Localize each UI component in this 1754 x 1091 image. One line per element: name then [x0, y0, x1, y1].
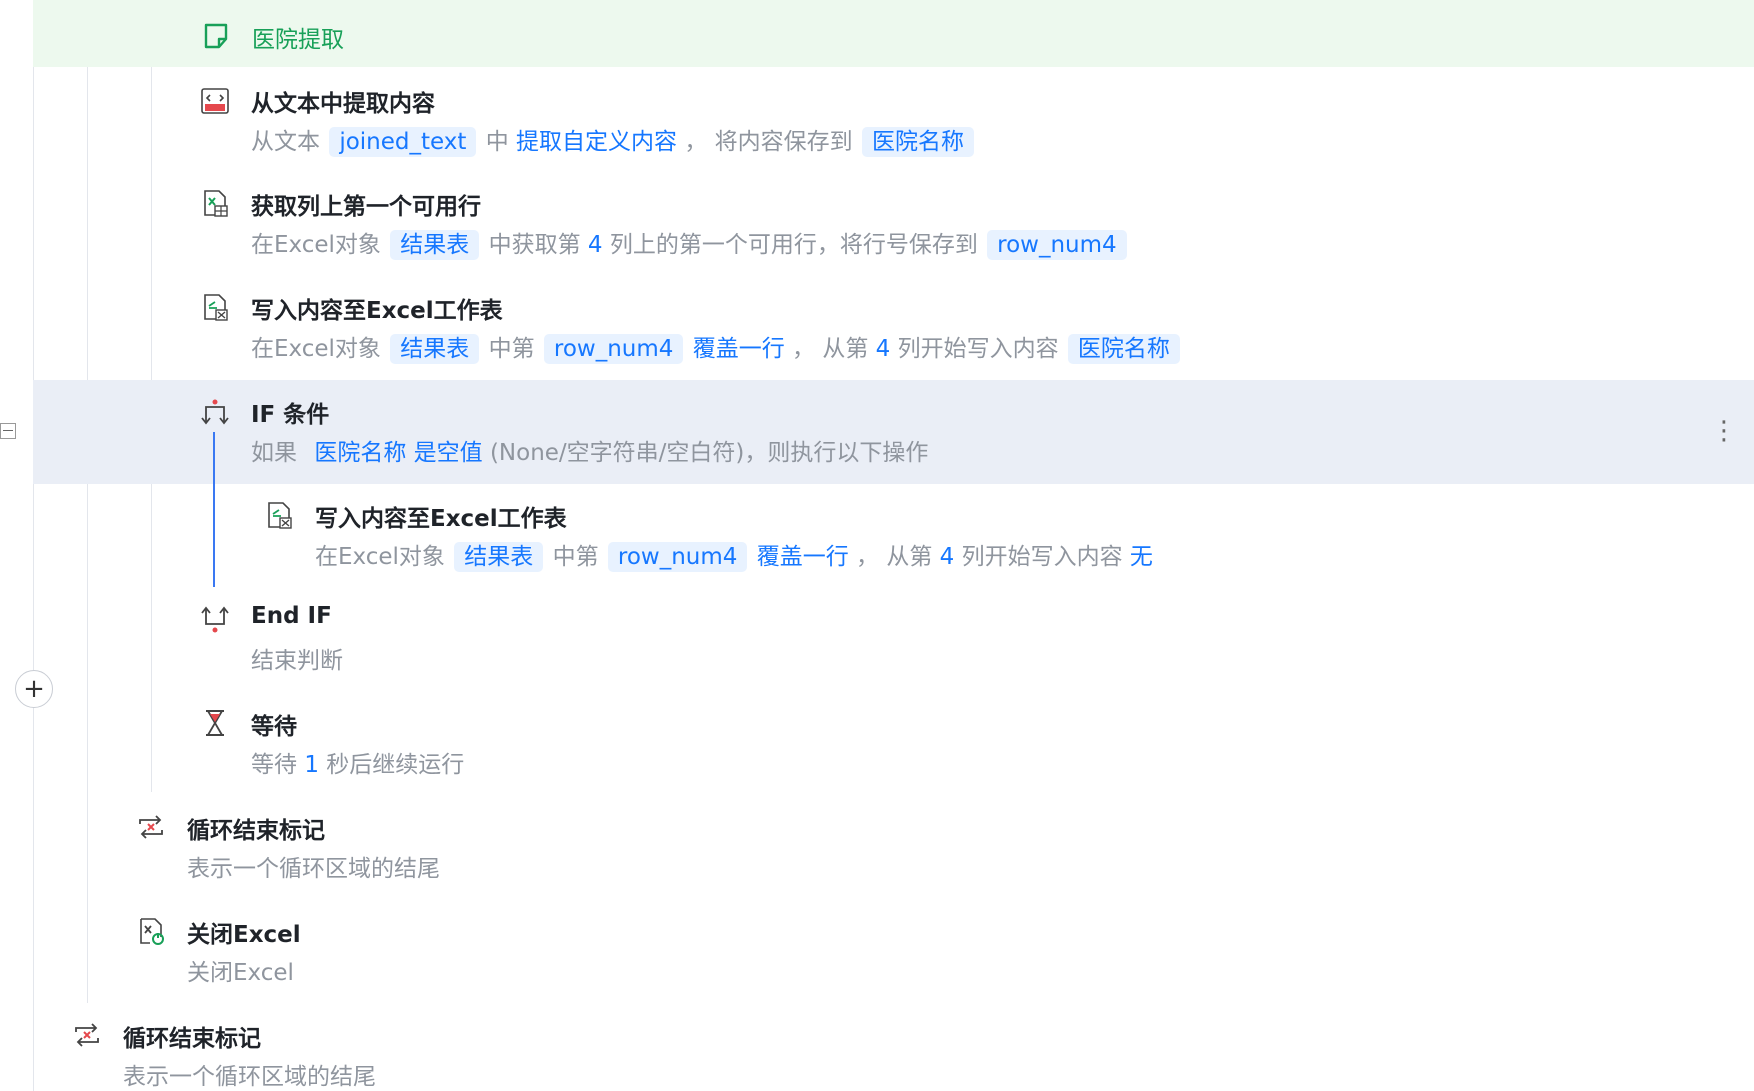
if-condition-icon [201, 399, 229, 425]
variable-chip[interactable]: 结果表 [390, 230, 480, 260]
excel-write-icon [204, 294, 228, 321]
variable-chip[interactable]: row_num4 [607, 542, 748, 572]
variable-chip[interactable]: 医院名称 [861, 127, 974, 157]
step-description: 从文本 joined_text 中 提取自定义内容 ， 将内容保存到 医院名称 [251, 122, 976, 157]
note-icon [204, 23, 228, 49]
step-description: 在Excel对象 结果表 中第 row_num4 覆盖一行 ， 从第 4 列开始… [315, 542, 1153, 572]
step-title: 关闭Excel [187, 922, 301, 948]
tree-guide-line [33, 0, 34, 1091]
step-title: 循环结束标记 [187, 818, 325, 844]
step-description: 结束判断 [251, 648, 343, 674]
tree-guide-line [87, 0, 88, 1003]
more-options-icon[interactable]: ⋮ [1711, 418, 1737, 444]
loop-end-icon [139, 815, 163, 839]
step-description: 如果 医院名称 是空值 (None/空字符串/空白符)，则执行以下操作 [251, 440, 929, 466]
step-title: 获取列上第一个可用行 [251, 194, 481, 220]
excel-close-icon [140, 918, 164, 945]
variable-chip[interactable]: 结果表 [454, 542, 544, 572]
step-description: 表示一个循环区域的结尾 [187, 856, 440, 882]
text-extract-icon [201, 88, 229, 114]
step-description: 等待 1 秒后继续运行 [251, 752, 465, 778]
add-step-button[interactable]: + [15, 670, 53, 708]
step-title: 写入内容至Excel工作表 [315, 506, 567, 532]
variable-chip[interactable]: row_num4 [987, 230, 1127, 260]
variable-chip[interactable]: joined_text [329, 127, 477, 157]
if-block-line [213, 432, 215, 587]
step-title: 从文本中提取内容 [251, 91, 435, 117]
step-title: IF 条件 [251, 402, 330, 428]
step-title: 写入内容至Excel工作表 [251, 298, 503, 324]
step-row-hospital-extract[interactable]: 医院提取 [33, 0, 1754, 67]
loop-end-icon [75, 1023, 99, 1047]
step-description: 关闭Excel [187, 960, 294, 986]
hourglass-icon [206, 710, 224, 736]
end-if-icon [201, 606, 229, 633]
step-title: 等待 [251, 714, 297, 740]
excel-row-icon [204, 190, 228, 217]
step-description: 在Excel对象 结果表 中第 row_num4 覆盖一行 ， 从第 4 列开始… [251, 329, 1182, 364]
step-title: End IF [251, 603, 332, 629]
collapse-toggle[interactable] [0, 423, 16, 439]
variable-chip[interactable]: row_num4 [543, 334, 684, 364]
variable-chip[interactable]: 医院名称 [1067, 334, 1180, 364]
variable-chip[interactable]: 结果表 [390, 334, 480, 364]
step-description: 在Excel对象 结果表 中获取第 4 列上的第一个可用行，将行号保存到 row… [251, 225, 1129, 260]
step-description: 表示一个循环区域的结尾 [123, 1064, 376, 1090]
step-title: 循环结束标记 [123, 1026, 261, 1052]
step-title: 医院提取 [252, 27, 344, 53]
excel-write-icon [268, 502, 292, 529]
variable-link[interactable]: 医院名称 [314, 440, 406, 466]
